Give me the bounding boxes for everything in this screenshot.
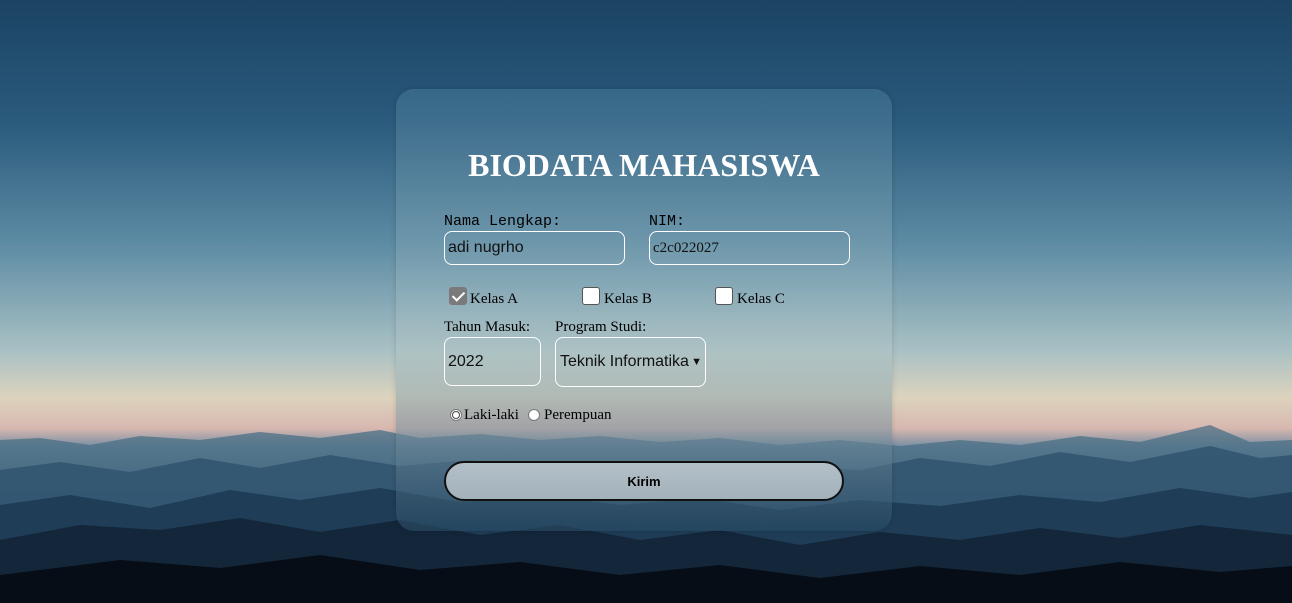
nama-lengkap-input[interactable] (444, 231, 625, 265)
nim-input[interactable] (649, 231, 850, 265)
kelas-c-checkbox[interactable] (715, 287, 733, 305)
nama-lengkap-label: Nama Lengkap: (444, 213, 562, 230)
kelas-b-checkbox[interactable] (582, 287, 600, 305)
kelas-c-label: Kelas C (737, 291, 785, 307)
program-studi-select[interactable]: Teknik Informatika ▼ (555, 337, 706, 387)
tahun-masuk-input[interactable] (444, 337, 541, 386)
laki-laki-radio[interactable] (450, 409, 462, 421)
program-studi-selected: Teknik Informatika (560, 353, 689, 370)
tahun-masuk-label: Tahun Masuk: (444, 319, 531, 335)
nim-label: NIM: (649, 213, 686, 230)
perempuan-radio[interactable] (528, 409, 540, 421)
form-title: BIODATA MAHASISWA (468, 147, 820, 183)
kelas-a-checkbox[interactable] (449, 287, 467, 305)
perempuan-label: Perempuan (544, 407, 612, 423)
laki-laki-label: Laki-laki (464, 407, 519, 423)
program-studi-label: Program Studi: (555, 319, 647, 335)
kelas-a-label: Kelas A (470, 291, 518, 307)
kirim-button[interactable]: Kirim (444, 461, 844, 501)
biodata-form-card: BIODATA MAHASISWA Nama Lengkap: NIM: Kel… (396, 89, 892, 531)
kelas-b-label: Kelas B (604, 291, 652, 307)
chevron-down-icon: ▼ (691, 356, 702, 368)
